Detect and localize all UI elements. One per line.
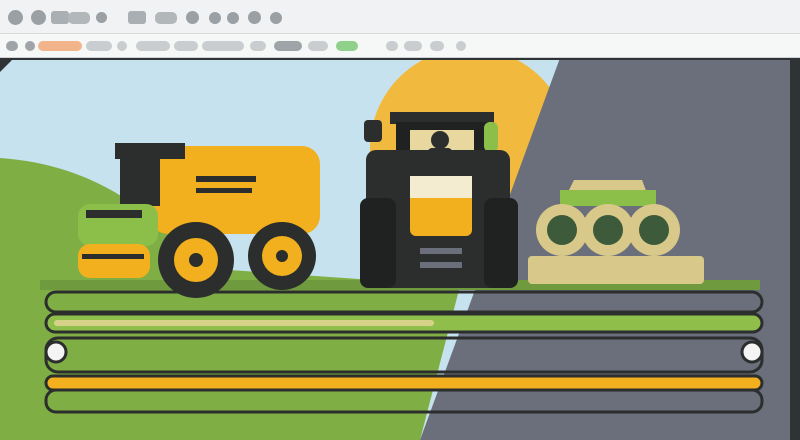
harvester-roof bbox=[115, 143, 185, 159]
crop-leaf-band bbox=[560, 190, 656, 206]
rail-bar[interactable] bbox=[44, 374, 764, 392]
harvester-panel bbox=[160, 184, 186, 206]
tab[interactable] bbox=[386, 41, 398, 51]
shape-icon[interactable] bbox=[51, 11, 69, 24]
tab[interactable] bbox=[404, 41, 422, 51]
circle-icon[interactable] bbox=[227, 12, 239, 24]
palette-icon[interactable] bbox=[209, 12, 221, 24]
tab[interactable] bbox=[430, 41, 444, 51]
tractor-exhaust bbox=[484, 122, 498, 152]
crop-flower-center bbox=[639, 215, 669, 245]
driver-silhouette bbox=[431, 131, 449, 149]
circle-icon[interactable] bbox=[8, 10, 23, 25]
ribbon-bar bbox=[0, 34, 800, 58]
tab[interactable] bbox=[456, 41, 466, 51]
tab[interactable] bbox=[274, 41, 302, 51]
crop-flower-center bbox=[547, 215, 577, 245]
tractor-grille bbox=[420, 262, 462, 268]
tractor-light-panel bbox=[410, 176, 472, 198]
tab[interactable] bbox=[336, 41, 358, 51]
tab[interactable] bbox=[308, 41, 328, 51]
folder-icon[interactable] bbox=[155, 12, 177, 24]
tab[interactable] bbox=[136, 41, 170, 51]
circle-icon[interactable] bbox=[31, 10, 46, 25]
forward-icon[interactable] bbox=[117, 41, 127, 51]
tab[interactable] bbox=[250, 41, 266, 51]
top-toolbar bbox=[0, 0, 800, 34]
harvester-grille bbox=[196, 188, 252, 193]
harvester-axle bbox=[189, 253, 203, 267]
tab[interactable] bbox=[202, 41, 244, 51]
harvester-stripe bbox=[82, 254, 144, 259]
tractor-wheel-left bbox=[360, 198, 396, 288]
tractor-grille bbox=[420, 248, 462, 254]
circle-icon[interactable] bbox=[186, 11, 199, 24]
harvester-grille bbox=[196, 176, 256, 182]
illustration-app-window bbox=[0, 0, 800, 440]
harvester-axle bbox=[276, 250, 288, 262]
harvester-stripe bbox=[86, 210, 142, 218]
artwork-canvas bbox=[0, 60, 790, 440]
active-tab[interactable] bbox=[38, 41, 82, 51]
crop-flower-center bbox=[593, 215, 623, 245]
rail-knob-left[interactable] bbox=[44, 340, 68, 364]
drop-icon[interactable] bbox=[96, 12, 107, 23]
canvas-area[interactable] bbox=[0, 58, 800, 440]
circle-icon[interactable] bbox=[248, 11, 261, 24]
wheat-base bbox=[528, 256, 704, 284]
tab[interactable] bbox=[86, 41, 112, 51]
back-icon[interactable] bbox=[25, 41, 35, 51]
camera-icon[interactable] bbox=[128, 11, 146, 24]
circle-icon[interactable] bbox=[270, 12, 282, 24]
tab[interactable] bbox=[174, 41, 198, 51]
rail-knob-right[interactable] bbox=[740, 340, 764, 364]
tractor-wheel-right bbox=[484, 198, 518, 288]
tractor-mirror bbox=[364, 120, 382, 142]
close-tab-icon[interactable] bbox=[6, 41, 18, 51]
harvester-cab bbox=[120, 158, 160, 206]
rail-highlight bbox=[54, 320, 434, 326]
brush-icon[interactable] bbox=[68, 12, 90, 24]
harvester-header bbox=[78, 244, 150, 278]
